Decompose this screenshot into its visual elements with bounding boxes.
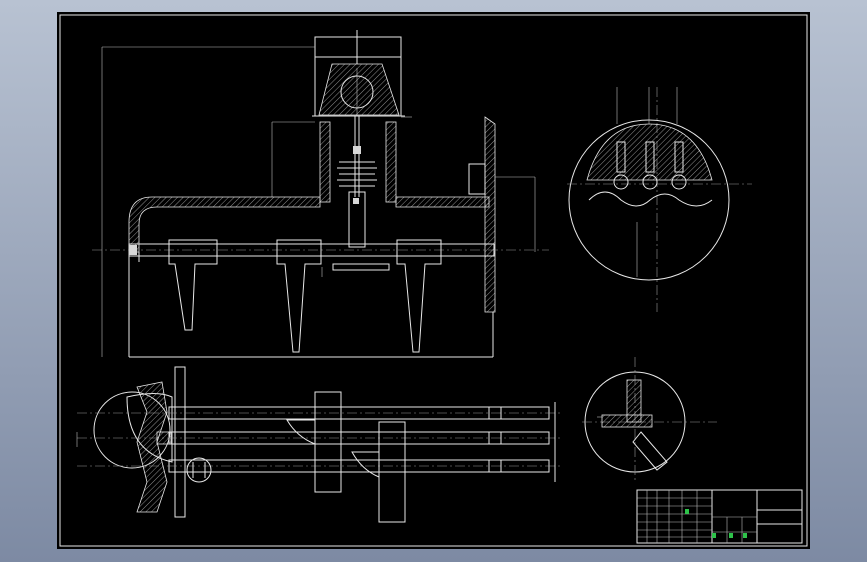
cad-viewport[interactable]: [0, 0, 867, 562]
spring: [337, 161, 377, 187]
tine-3: [396, 239, 442, 353]
detail-view-b: [582, 357, 717, 482]
detail-view-a: [567, 87, 752, 312]
front-view: [92, 30, 549, 358]
top-view: [76, 366, 562, 523]
tine-2: [276, 239, 322, 353]
drawing-sheet: [57, 12, 810, 549]
frame-outer: [59, 14, 808, 547]
tine-1: [168, 239, 218, 331]
cad-drawing: [59, 14, 808, 547]
title-block: [636, 489, 803, 544]
